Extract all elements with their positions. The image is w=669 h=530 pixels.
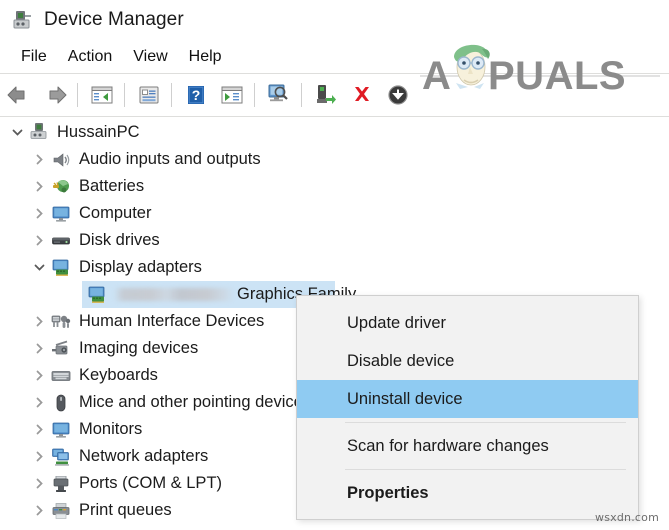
chevron-right-icon[interactable] — [28, 335, 50, 362]
tree-item-label: Keyboards — [79, 366, 158, 385]
title-bar: Device Manager — [0, 0, 669, 40]
show-hide-action-pane-icon[interactable] — [215, 78, 249, 112]
show-hide-console-tree-icon[interactable] — [85, 78, 119, 112]
tree-item-label: Computer — [79, 204, 152, 223]
context-menu[interactable]: Update driver Disable device Uninstall d… — [296, 295, 639, 520]
chevron-down-icon[interactable] — [6, 119, 28, 146]
separator-1 — [77, 83, 78, 107]
toolbar: ? — [0, 73, 669, 117]
chevron-down-icon[interactable] — [28, 254, 50, 281]
svg-text:?: ? — [192, 87, 201, 103]
tree-item-label: Print queues — [79, 501, 172, 520]
watermark: wsxdn.com — [595, 511, 659, 524]
keyboard-icon — [50, 365, 72, 387]
tree-item-label: Audio inputs and outputs — [79, 150, 261, 169]
chevron-right-icon[interactable] — [28, 443, 50, 470]
computer-root-icon — [28, 121, 50, 143]
ctx-properties[interactable]: Properties — [297, 474, 638, 512]
menu-help[interactable]: Help — [180, 46, 234, 68]
context-menu-separator — [345, 422, 626, 423]
tree-item-label: Imaging devices — [79, 339, 199, 358]
port-icon — [50, 473, 72, 495]
tree-item-label: Batteries — [79, 177, 145, 196]
update-driver-icon[interactable] — [309, 78, 343, 112]
chevron-right-icon[interactable] — [28, 227, 50, 254]
ctx-scan-for-hardware-changes[interactable]: Scan for hardware changes — [297, 427, 638, 465]
menu-file[interactable]: File — [12, 46, 59, 68]
ctx-item-label: Disable device — [347, 351, 455, 370]
chevron-right-icon[interactable] — [28, 416, 50, 443]
hid-icon — [50, 311, 72, 333]
back-arrow-icon[interactable] — [2, 78, 36, 112]
monitor-icon — [50, 419, 72, 441]
separator-2 — [124, 83, 125, 107]
chevron-right-icon[interactable] — [28, 173, 50, 200]
tree-item-display-adapters[interactable]: Display adapters — [0, 254, 669, 281]
disk-drive-icon — [50, 230, 72, 252]
chevron-right-icon[interactable] — [28, 389, 50, 416]
help-icon[interactable]: ? — [179, 78, 213, 112]
window-title: Device Manager — [44, 9, 184, 30]
display-adapter-icon — [86, 284, 108, 306]
tree-item-label: Mice and other pointing devices — [79, 393, 312, 412]
camera-icon — [50, 338, 72, 360]
tree-item-label: Ports (COM & LPT) — [79, 474, 223, 493]
ctx-disable-device[interactable]: Disable device — [297, 342, 638, 380]
network-adapter-icon — [50, 446, 72, 468]
chevron-right-icon[interactable] — [28, 470, 50, 497]
menu-action[interactable]: Action — [59, 46, 124, 68]
tree-item-label: Monitors — [79, 420, 143, 439]
uninstall-device-icon[interactable] — [345, 78, 379, 112]
chevron-right-icon[interactable] — [28, 308, 50, 335]
ctx-update-driver[interactable]: Update driver — [297, 304, 638, 342]
menu-bar: File Action View Help — [0, 40, 669, 73]
tree-item-computer[interactable]: Computer — [0, 200, 669, 227]
display-adapter-icon — [50, 257, 72, 279]
tree-item-batteries[interactable]: Batteries — [0, 173, 669, 200]
mouse-icon — [50, 392, 72, 414]
chevron-right-icon[interactable] — [28, 146, 50, 173]
properties-icon[interactable] — [132, 78, 166, 112]
separator-5 — [301, 83, 302, 107]
chevron-right-icon[interactable] — [28, 497, 50, 524]
speaker-icon — [50, 149, 72, 171]
ctx-item-label: Scan for hardware changes — [347, 436, 549, 455]
tree-item-label: Network adapters — [79, 447, 209, 466]
separator-4 — [254, 83, 255, 107]
device-manager-window: Device Manager File Action View Help ? A… — [0, 0, 669, 530]
tree-item-label: Disk drives — [79, 231, 160, 250]
monitor-icon — [50, 203, 72, 225]
chevron-right-icon[interactable] — [28, 200, 50, 227]
device-manager-icon — [12, 9, 34, 31]
tree-item-label: Display adapters — [79, 258, 202, 277]
context-menu-separator — [345, 469, 626, 470]
tree-item-label: Human Interface Devices — [79, 312, 265, 331]
ctx-item-label: Update driver — [347, 313, 447, 332]
scan-for-hardware-changes-icon[interactable] — [262, 78, 296, 112]
ctx-uninstall-device[interactable]: Uninstall device — [297, 380, 638, 418]
battery-icon — [50, 176, 72, 198]
tree-item-label: HussainPC — [57, 122, 140, 141]
ctx-item-label: Uninstall device — [347, 389, 463, 408]
redacted-device-name — [115, 288, 233, 301]
tree-item-audio-inputs-and-outputs[interactable]: Audio inputs and outputs — [0, 146, 669, 173]
disable-device-icon[interactable] — [381, 78, 415, 112]
tree-item-disk-drives[interactable]: Disk drives — [0, 227, 669, 254]
printer-icon — [50, 500, 72, 522]
chevron-right-icon[interactable] — [28, 362, 50, 389]
separator-3 — [171, 83, 172, 107]
forward-arrow-icon[interactable] — [38, 78, 72, 112]
ctx-item-label: Properties — [347, 483, 429, 502]
tree-item-hussainpc[interactable]: HussainPC — [0, 118, 669, 146]
menu-view[interactable]: View — [124, 46, 179, 68]
